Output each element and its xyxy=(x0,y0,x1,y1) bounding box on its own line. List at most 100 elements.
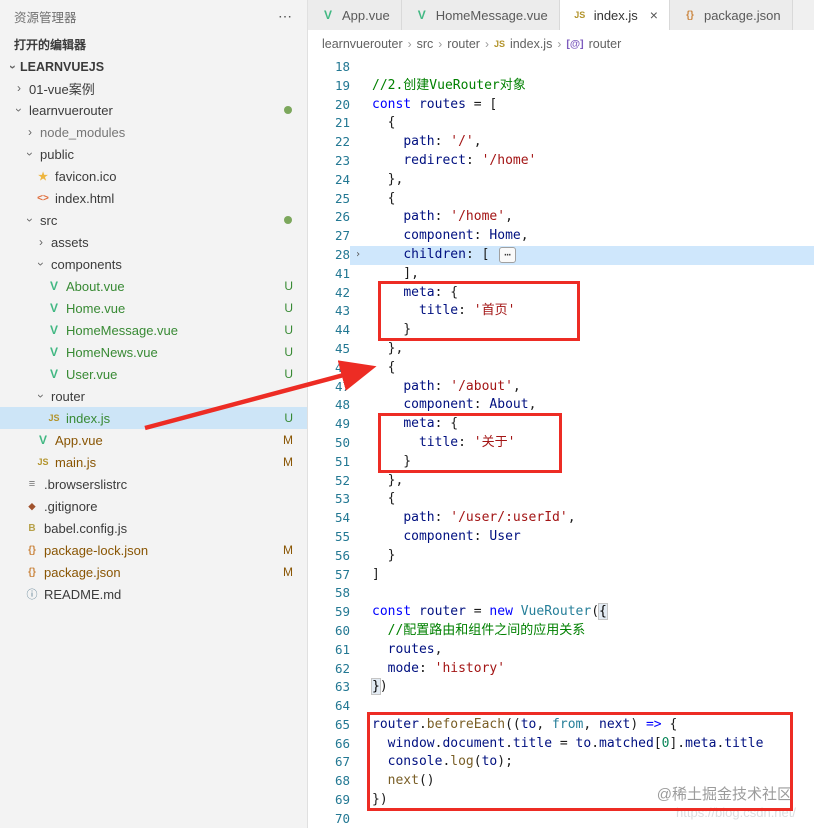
line-number: 61 xyxy=(334,641,350,657)
code-line[interactable]: 50 title: '关于' xyxy=(308,434,814,453)
code-line[interactable]: 26 path: '/home', xyxy=(308,208,814,227)
tree-item-.gitignore[interactable]: ◆ .gitignore xyxy=(0,495,307,517)
code-line[interactable]: 45 }, xyxy=(308,340,814,359)
tab-index.js[interactable]: JS index.js × xyxy=(559,0,670,30)
close-icon[interactable]: × xyxy=(650,7,658,23)
breadcrumb-item-symbol[interactable]: router xyxy=(589,37,622,51)
tree-item-index.html[interactable]: <> index.html xyxy=(0,187,307,209)
line-number: 68 xyxy=(334,773,350,789)
tab-package.json[interactable]: {} package.json xyxy=(669,0,793,30)
code-line[interactable]: 43 title: '首页' xyxy=(308,302,814,321)
code-line[interactable]: 66 window.document.title = to.matched[0]… xyxy=(308,735,814,754)
ico-icon: ★ xyxy=(38,170,48,183)
code-line[interactable]: 55 component: User xyxy=(308,528,814,547)
fold-gutter xyxy=(350,528,366,547)
tab-label: index.js xyxy=(593,7,638,23)
code-line[interactable]: 21 { xyxy=(308,114,814,133)
more-actions-icon[interactable]: ⋯ xyxy=(278,8,293,25)
tree-item-assets[interactable]: › assets xyxy=(0,231,307,253)
code-line[interactable]: 67 console.log(to); xyxy=(308,753,814,772)
code-line[interactable]: 51 } xyxy=(308,453,814,472)
code-line[interactable]: 23 redirect: '/home' xyxy=(308,152,814,171)
code-line[interactable]: 19 //2.创建VueRouter对象 xyxy=(308,77,814,96)
code-line[interactable]: 44 } xyxy=(308,321,814,340)
code-line[interactable]: 22 path: '/', xyxy=(308,133,814,152)
tree-item-01-vue案例[interactable]: › 01-vue案例 xyxy=(0,77,307,99)
workspace-header[interactable]: › LEARNVUEJS xyxy=(0,57,307,77)
js-icon: JS xyxy=(48,413,60,423)
tree-item-favicon.ico[interactable]: ★ favicon.ico xyxy=(0,165,307,187)
code-line[interactable]: 60 //配置路由和组件之间的应用关系 xyxy=(308,622,814,641)
code-line[interactable]: 63}) xyxy=(308,678,814,697)
line-number: 49 xyxy=(334,416,350,432)
tree-item-label: .browserslistrc xyxy=(44,476,128,492)
tree-item-HomeMessage.vue[interactable]: V HomeMessage.vue U xyxy=(0,319,307,341)
tree-item-main.js[interactable]: JS main.js M xyxy=(0,451,307,473)
code-line[interactable]: 24 }, xyxy=(308,171,814,190)
tree-item-Home.vue[interactable]: V Home.vue U xyxy=(0,297,307,319)
tree-item-index.js[interactable]: JS index.js U xyxy=(0,407,307,429)
symbol-icon: [@] xyxy=(566,38,584,50)
code-line[interactable]: 28 › children: [ ⋯ xyxy=(308,245,814,265)
tree-item-README.md[interactable]: ⓘ README.md xyxy=(0,583,307,605)
fold-gutter xyxy=(350,133,366,152)
code-line[interactable]: 53 { xyxy=(308,490,814,509)
tab-App.vue[interactable]: V App.vue xyxy=(308,0,402,30)
code-line[interactable]: 18 xyxy=(308,58,814,77)
tree-item-.browserslistrc[interactable]: ≡ .browserslistrc xyxy=(0,473,307,495)
code-line[interactable]: 27 component: Home, xyxy=(308,227,814,246)
code-line[interactable]: 41 ], xyxy=(308,265,814,284)
breadcrumb-separator: › xyxy=(557,37,562,51)
code-line[interactable]: 64 xyxy=(308,697,814,716)
tree-item-learnvuerouter[interactable]: › learnvuerouter xyxy=(0,99,307,121)
tree-item-src[interactable]: › src xyxy=(0,209,307,231)
breadcrumb-item-learnvuerouter[interactable]: learnvuerouter xyxy=(322,37,403,51)
babel-icon: B xyxy=(28,522,36,534)
tree-item-HomeNews.vue[interactable]: V HomeNews.vue U xyxy=(0,341,307,363)
tree-item-babel.config.js[interactable]: Bbabel.config.js xyxy=(0,517,307,539)
code-line[interactable]: 62 mode: 'history' xyxy=(308,660,814,679)
tree-item-App.vue[interactable]: V App.vue M xyxy=(0,429,307,451)
js-icon: JS xyxy=(37,457,49,467)
fold-gutter xyxy=(350,641,366,660)
code-line[interactable]: 54 path: '/user/:userId', xyxy=(308,509,814,528)
tree-item-node_modules[interactable]: › node_modules xyxy=(0,121,307,143)
code-line[interactable]: 47 path: '/about', xyxy=(308,378,814,397)
code-line[interactable]: 46 { xyxy=(308,359,814,378)
code-text: path: '/', xyxy=(403,134,482,150)
git-status-badge: U xyxy=(284,323,293,337)
breadcrumb-item-src[interactable]: src xyxy=(417,37,434,51)
code-line[interactable]: 52 }, xyxy=(308,472,814,491)
code-line[interactable]: 58 xyxy=(308,584,814,603)
code-line[interactable]: 59 const router = new VueRouter({ xyxy=(308,603,814,622)
breadcrumb-item-router[interactable]: router xyxy=(447,37,480,51)
code-line[interactable]: 49 meta: { xyxy=(308,415,814,434)
tree-item-package.json[interactable]: {} package.json M xyxy=(0,561,307,583)
open-editors-section[interactable]: 打开的编辑器 xyxy=(0,31,307,57)
tree-item-package-lock.json[interactable]: {} package-lock.json M xyxy=(0,539,307,561)
code-line[interactable]: 56 } xyxy=(308,547,814,566)
tab-HomeMessage.vue[interactable]: V HomeMessage.vue xyxy=(401,0,560,30)
folded-code-badge[interactable]: ⋯ xyxy=(499,246,516,263)
tree-item-components[interactable]: › components xyxy=(0,253,307,275)
code-line[interactable]: 42 meta: { xyxy=(308,284,814,303)
vue-icon: V xyxy=(49,301,58,315)
tree-item-User.vue[interactable]: V User.vue U xyxy=(0,363,307,385)
line-number: 59 xyxy=(334,604,350,620)
line-number: 48 xyxy=(334,397,350,413)
code-text: meta: { xyxy=(403,284,459,300)
fold-chevron-icon[interactable]: › xyxy=(350,245,366,265)
tree-item-About.vue[interactable]: V About.vue U xyxy=(0,275,307,297)
tree-item-router[interactable]: › router xyxy=(0,385,307,407)
code-line[interactable]: 48 component: About, xyxy=(308,396,814,415)
code-line[interactable]: 65 router.beforeEach((to, from, next) => … xyxy=(308,716,814,735)
code-line[interactable]: 20 const routes = [ xyxy=(308,96,814,115)
code-line[interactable]: 57] xyxy=(308,566,814,585)
tree-item-public[interactable]: › public xyxy=(0,143,307,165)
breadcrumb-item-file[interactable]: index.js xyxy=(510,37,552,51)
code-line[interactable]: 25 { xyxy=(308,190,814,209)
code-line[interactable]: 61 routes, xyxy=(308,641,814,660)
editor-area: V App.vue V HomeMessage.vue JS index.js × {} pac… xyxy=(308,0,814,828)
code-editor[interactable]: 18 19//2.创建VueRouter对象 20 const routes = [2… xyxy=(308,58,814,828)
